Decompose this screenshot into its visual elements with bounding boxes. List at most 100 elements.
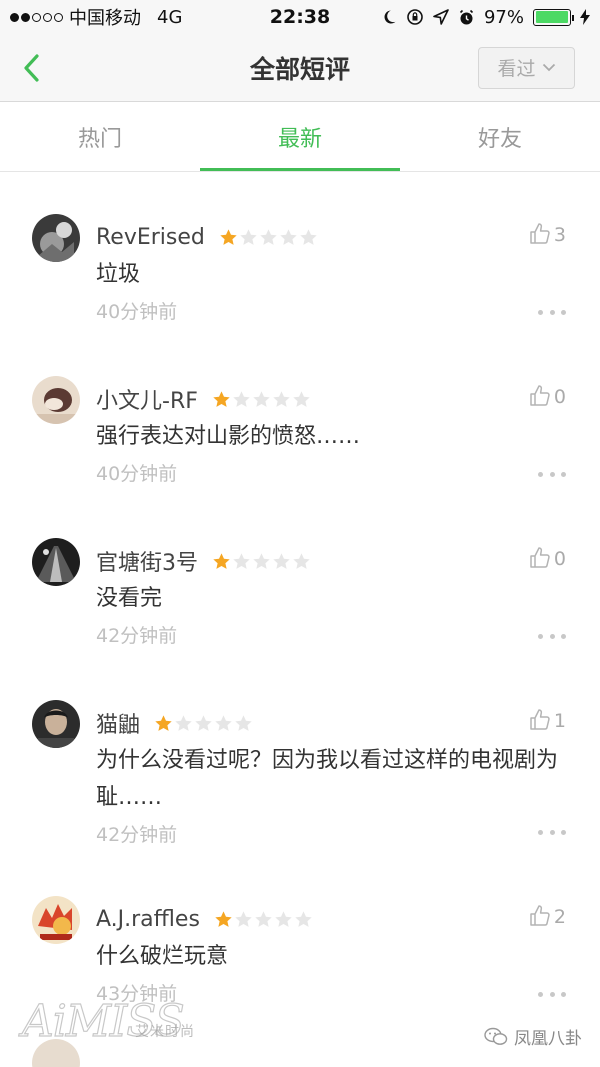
like-button[interactable]: 1 <box>528 708 566 732</box>
tab-latest[interactable]: 最新 <box>200 102 400 171</box>
like-count: 2 <box>553 906 566 928</box>
thumbs-up-icon <box>530 223 550 244</box>
username[interactable]: 猫鼬 <box>96 707 140 739</box>
star-icon <box>260 228 277 245</box>
more-options-button[interactable] <box>538 464 566 484</box>
review-list: RevErised 3 垃圾 40分钟前 小文儿-RF 0 强行表达对山影的愤怒… <box>0 172 600 1016</box>
username[interactable]: RevErised <box>96 225 205 250</box>
thumbs-up-icon <box>530 385 550 406</box>
watched-filter-button[interactable]: 看过 <box>478 46 575 89</box>
rating-stars <box>219 228 318 247</box>
username[interactable]: A.J.raffles <box>96 907 200 932</box>
location-icon <box>433 9 449 25</box>
network-type: 4G <box>157 6 183 28</box>
review-item: 猫鼬 1 为什么没看过呢？因为我以看过这样的电视剧为耻…… 42分钟前 <box>0 658 600 854</box>
star-icon <box>253 390 270 407</box>
star-icon <box>213 390 230 407</box>
moon-icon <box>384 10 396 24</box>
rating-stars <box>212 390 311 409</box>
review-content: 什么破烂玩意 <box>96 944 229 969</box>
star-icon <box>220 228 237 245</box>
like-count: 0 <box>553 386 566 408</box>
review-time: 42分钟前 <box>96 824 178 846</box>
like-count: 0 <box>553 548 566 570</box>
thumbs-up-icon <box>530 905 550 926</box>
like-button[interactable]: 2 <box>528 904 566 928</box>
review-item: 小文儿-RF 0 强行表达对山影的愤怒…… 40分钟前 <box>0 334 600 496</box>
star-icon <box>300 228 317 245</box>
wechat-account-mark: 凤凰八卦 <box>484 1024 582 1049</box>
review-content: 垃圾 <box>96 262 141 287</box>
like-button[interactable]: 0 <box>528 546 566 570</box>
review-content: 强行表达对山影的愤怒…… <box>96 424 361 449</box>
star-icon <box>240 228 257 245</box>
star-icon <box>213 552 230 569</box>
review-time: 40分钟前 <box>96 463 178 485</box>
star-icon <box>233 390 250 407</box>
more-options-button[interactable] <box>538 302 566 322</box>
rating-stars <box>212 552 311 571</box>
star-icon <box>293 552 310 569</box>
charging-bolt-icon <box>580 9 590 25</box>
avatar[interactable] <box>32 896 80 944</box>
star-icon <box>175 714 192 731</box>
more-options-button[interactable] <box>538 822 566 842</box>
chevron-down-icon <box>542 63 555 72</box>
star-icon <box>233 552 250 569</box>
watched-filter-label: 看过 <box>497 58 536 80</box>
review-content: 为什么没看过呢？因为我以看过这样的电视剧为耻…… <box>96 748 559 810</box>
more-options-button[interactable] <box>538 626 566 646</box>
wechat-icon <box>484 1027 508 1045</box>
rating-stars <box>154 714 253 733</box>
avatar[interactable] <box>32 214 80 262</box>
star-icon <box>155 714 172 731</box>
star-icon <box>293 390 310 407</box>
star-icon <box>195 714 212 731</box>
back-button[interactable] <box>0 34 62 102</box>
carrier-label: 中国移动 <box>69 8 141 29</box>
star-icon <box>273 390 290 407</box>
star-icon <box>215 910 232 927</box>
star-icon <box>295 910 312 927</box>
signal-strength-icon <box>10 12 63 22</box>
star-icon <box>255 910 272 927</box>
review-item: A.J.raffles 2 什么破烂玩意 43分钟前 <box>0 854 600 1016</box>
avatar[interactable] <box>32 538 80 586</box>
star-icon <box>280 228 297 245</box>
star-icon <box>235 910 252 927</box>
status-bar: 中国移动 4G 22:38 97% <box>0 0 600 34</box>
avatar[interactable] <box>32 700 80 748</box>
more-options-button[interactable] <box>538 984 566 1004</box>
battery-percent: 97% <box>483 6 524 28</box>
tab-friends[interactable]: 好友 <box>400 102 600 171</box>
battery-icon <box>533 8 574 26</box>
like-count: 3 <box>553 224 566 246</box>
review-item: 官塘街3号 0 没看完 42分钟前 <box>0 496 600 658</box>
review-time: 40分钟前 <box>96 301 178 323</box>
username[interactable]: 小文儿-RF <box>96 383 198 415</box>
star-icon <box>215 714 232 731</box>
username[interactable]: 官塘街3号 <box>96 545 198 577</box>
review-content: 没看完 <box>96 586 163 611</box>
thumbs-up-icon <box>530 709 550 730</box>
wechat-account-name: 凤凰八卦 <box>514 1029 582 1049</box>
like-count: 1 <box>553 710 566 732</box>
review-time: 42分钟前 <box>96 625 178 647</box>
star-icon <box>273 552 290 569</box>
watermark-subtitle: 艾米时尚 <box>135 1024 195 1040</box>
navigation-bar: 全部短评 看过 <box>0 34 600 102</box>
star-icon <box>235 714 252 731</box>
like-button[interactable]: 0 <box>528 384 566 408</box>
avatar[interactable] <box>32 376 80 424</box>
chevron-left-icon <box>24 53 39 82</box>
orientation-lock-icon <box>407 9 423 25</box>
review-item: RevErised 3 垃圾 40分钟前 <box>0 172 600 334</box>
star-icon <box>253 552 270 569</box>
alarm-icon <box>459 9 474 24</box>
thumbs-up-icon <box>530 547 550 568</box>
tab-hot[interactable]: 热门 <box>0 102 200 171</box>
like-button[interactable]: 3 <box>528 222 566 246</box>
rating-stars <box>214 910 313 929</box>
tab-bar: 热门 最新 好友 <box>0 102 600 172</box>
star-icon <box>275 910 292 927</box>
